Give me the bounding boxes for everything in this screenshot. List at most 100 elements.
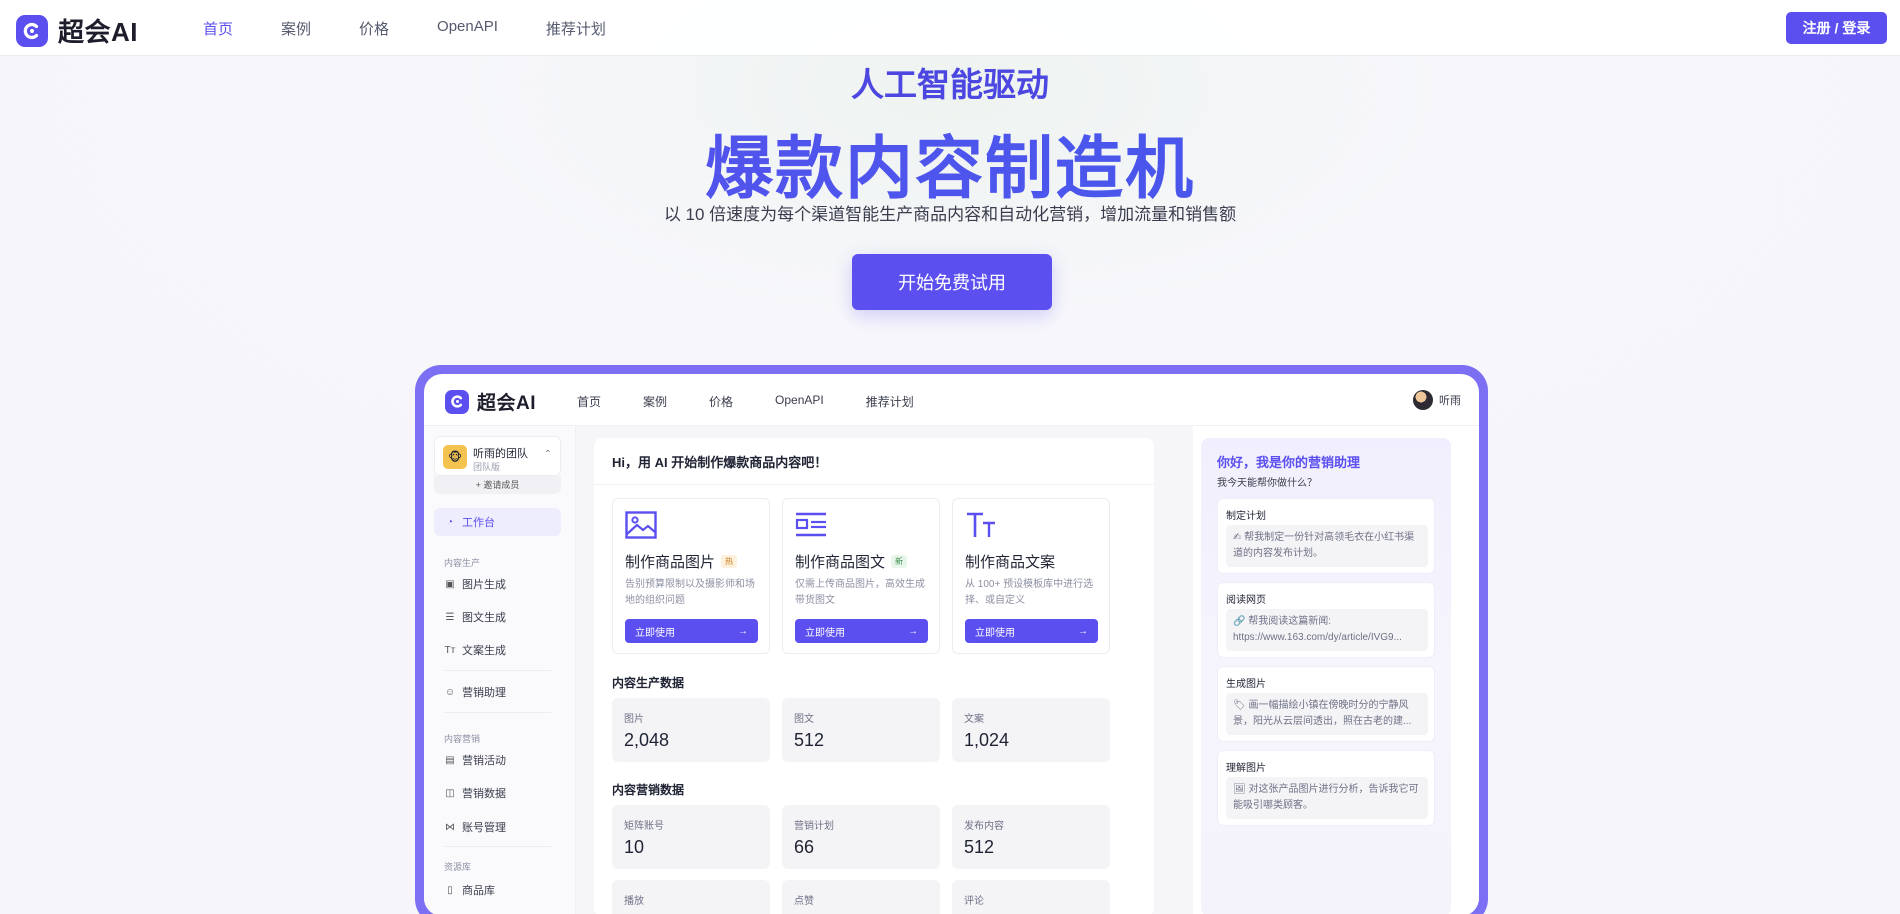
task-title: 生成图片 [1226, 679, 1266, 690]
invite-member-button[interactable]: + 邀请成员 [434, 476, 561, 494]
hero-title: 爆款内容制造机 [0, 113, 1900, 212]
stat-card: 点赞 [782, 880, 940, 914]
workbench-panel: Hi，用 AI 开始制作爆款商品内容吧！ 制作商品图片 热 告别预算限制以及摄影… [594, 438, 1154, 914]
document-icon: ▯ [447, 884, 453, 896]
task-title: 理解图片 [1226, 763, 1266, 774]
dashboard-icon: ◔ [446, 516, 454, 528]
sidebar-divider [444, 670, 551, 671]
sidebar-item-image-gen[interactable]: ▣ 图片生成 [434, 570, 561, 598]
nav-cases[interactable]: 案例 [281, 18, 311, 39]
stat-label: 播放 [624, 896, 644, 907]
feature-title: 制作商品图文 [795, 554, 886, 571]
production-stats-title: 内容生产数据 [612, 676, 685, 690]
app-nav-openapi[interactable]: OpenAPI [775, 393, 824, 410]
brand-logo[interactable]: 超会AI [16, 12, 138, 49]
nav-openapi[interactable]: OpenAPI [437, 18, 498, 39]
use-now-button[interactable]: 立即使用 → [965, 619, 1098, 643]
hero-subtitle: 以 10 倍速度为每个渠道智能生产商品内容和自动化营销，增加流量和销售额 [663, 205, 1237, 224]
image-icon: ▣ [445, 578, 455, 590]
team-plan: 团队版 [473, 462, 501, 472]
new-badge: 新 [891, 555, 908, 568]
stat-value: 512 [964, 837, 995, 857]
marketing-stats-title: 内容营销数据 [612, 783, 685, 797]
sidebar-item-campaign[interactable]: ▤ 营销活动 [434, 746, 561, 774]
app-sidebar: 🐵 听雨的团队 团队版 ⌃ + 邀请成员 ◔ 工作台 内容生产 ▣ 图片生成 ☰… [424, 426, 576, 914]
assistant-task-card[interactable]: 阅读网页 🔗 帮我阅读这篇新闻: https://www.163.com/dy/… [1217, 582, 1435, 658]
stat-card: 播放 [612, 880, 770, 914]
sidebar-item-marketing-data[interactable]: ◫ 营销数据 [434, 779, 561, 807]
stat-card: 发布内容 512 [952, 805, 1110, 869]
stat-card: 矩阵账号 10 [612, 805, 770, 869]
hot-badge: 热 [721, 555, 738, 568]
feature-title-wrap: 制作商品图片 热 [625, 551, 738, 572]
user-name: 听雨 [1439, 395, 1461, 407]
task-prompt: 🔗 帮我阅读这篇新闻: https://www.163.com/dy/artic… [1226, 609, 1428, 651]
nav-pricing[interactable]: 价格 [359, 18, 389, 39]
team-switcher[interactable]: 🐵 听雨的团队 团队版 ⌃ [434, 436, 561, 476]
assistant-task-card[interactable]: 制定计划 ✍ 帮我制定一份针对高领毛衣在小红书渠道的内容发布计划。 [1217, 498, 1435, 574]
calendar-icon: ▤ [445, 754, 455, 766]
sidebar-divider [444, 846, 551, 847]
sidebar-divider [444, 712, 551, 713]
app-topbar: 超会AI 首页 案例 价格 OpenAPI 推荐计划 听雨 [424, 374, 1479, 426]
stat-card: 图文 512 [782, 698, 940, 762]
stat-label: 评论 [964, 896, 984, 907]
text-icon: Tт [444, 644, 456, 656]
sidebar-item-post-gen[interactable]: ☰ 图文生成 [434, 603, 561, 631]
sidebar-item-label: 图文生成 [462, 612, 506, 624]
assistant-task-card[interactable]: 理解图片 🖼 对这张产品图片进行分析，告诉我它可能吸引哪类顾客。 [1217, 750, 1435, 826]
start-free-trial-button[interactable]: 开始免费试用 [852, 254, 1052, 310]
sidebar-item-assistant[interactable]: ☺ 营销助理 [434, 678, 561, 706]
stat-card: 营销计划 66 [782, 805, 940, 869]
login-button[interactable]: 注册 / 登录 [1786, 12, 1887, 44]
stat-label: 营销计划 [794, 821, 834, 832]
chat-icon: ☺ [444, 686, 456, 698]
assistant-panel: 你好，我是你的营销助理 我今天能帮你做什么？ 制定计划 ✍ 帮我制定一份针对高领… [1201, 438, 1451, 914]
arrow-right-icon: → [908, 625, 918, 637]
nav-home[interactable]: 首页 [203, 18, 233, 39]
hero-kicker: 人工智能驱动 [851, 66, 1049, 103]
main-nav: 首页 案例 价格 OpenAPI 推荐计划 [203, 18, 654, 39]
feature-card-post[interactable]: 制作商品图文 新 仅需上传商品图片，高效生成带货图文 立即使用 → [782, 498, 940, 654]
nav-referral[interactable]: 推荐计划 [546, 18, 606, 39]
sidebar-item-accounts[interactable]: ⋈ 账号管理 [434, 813, 561, 841]
assistant-subtitle: 我今天能帮你做什么？ [1217, 478, 1317, 489]
sidebar-item-workbench[interactable]: ◔ 工作台 [434, 508, 561, 536]
use-now-button[interactable]: 立即使用 → [625, 619, 758, 643]
use-now-button[interactable]: 立即使用 → [795, 619, 928, 643]
sidebar-item-label: 营销助理 [462, 687, 506, 699]
assistant-task-card[interactable]: 生成图片 🏷 画一幅描绘小镇在傍晚时分的宁静风景，阳光从云层间透出，照在古老的建… [1217, 666, 1435, 742]
stat-value: 1,024 [964, 730, 1010, 750]
avatar [1413, 390, 1433, 410]
feature-card-copy[interactable]: 制作商品文案 从 100+ 预设模板库中进行选择、或自定义 立即使用 → [952, 498, 1110, 654]
app-logo-icon [445, 389, 469, 414]
sidebar-item-products[interactable]: ▯ 商品库 [434, 876, 561, 904]
stat-card: 评论 [952, 880, 1110, 914]
task-prompt: ✍ 帮我制定一份针对高领毛衣在小红书渠道的内容发布计划。 [1226, 525, 1428, 567]
stat-label: 图文 [794, 714, 814, 725]
stat-value: 10 [624, 837, 645, 857]
sidebar-item-copy-gen[interactable]: Tт 文案生成 [434, 636, 561, 664]
feature-title: 制作商品文案 [965, 554, 1056, 571]
button-label: 立即使用 [975, 627, 1015, 639]
app-nav-pricing[interactable]: 价格 [709, 393, 733, 410]
feature-card-image[interactable]: 制作商品图片 热 告别预算限制以及摄影师和场地的组织问题 立即使用 → [612, 498, 770, 654]
sidebar-item-label: 文案生成 [462, 645, 506, 657]
stat-value: 2,048 [624, 730, 670, 750]
user-menu[interactable]: 听雨 [1413, 390, 1461, 410]
app-nav-cases[interactable]: 案例 [643, 393, 667, 410]
top-navbar: 超会AI 首页 案例 价格 OpenAPI 推荐计划 注册 / 登录 [0, 0, 1900, 56]
text-icon [967, 512, 995, 537]
button-label: 立即使用 [635, 627, 675, 639]
stat-card: 图片 2,048 [612, 698, 770, 762]
app-nav-home[interactable]: 首页 [577, 393, 601, 410]
feature-title-wrap: 制作商品图文 新 [795, 551, 908, 572]
app-preview-frame: 超会AI 首页 案例 价格 OpenAPI 推荐计划 听雨 🐵 听雨的团队 团队… [415, 365, 1488, 914]
stat-value: 512 [794, 730, 825, 750]
app-nav-referral[interactable]: 推荐计划 [866, 393, 914, 410]
stat-card: 文案 1,024 [952, 698, 1110, 762]
stat-value: 66 [794, 837, 815, 857]
post-icon: ☰ [445, 611, 455, 623]
app-logo[interactable]: 超会AI [445, 388, 536, 415]
brand-name: 超会AI [58, 17, 139, 47]
